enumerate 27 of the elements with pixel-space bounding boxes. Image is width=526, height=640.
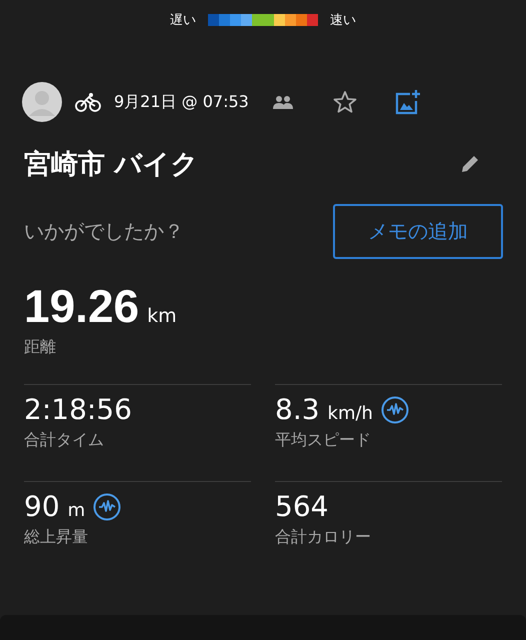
distance-value: 19.26	[24, 279, 140, 333]
activity-date: 9月21日 @ 07:53	[114, 92, 249, 112]
feeling-prompt: いかがでしたか？	[24, 218, 184, 245]
star-icon[interactable]	[332, 90, 357, 114]
stat-label: 平均スピード	[275, 430, 372, 451]
bicycle-icon	[75, 92, 101, 112]
stat-value: 564	[275, 490, 328, 523]
stat-label: 総上昇量	[24, 527, 89, 548]
add-note-button[interactable]: メモの追加	[333, 204, 503, 259]
slow-label: 遅い	[170, 12, 196, 29]
avatar-icon[interactable]	[22, 82, 62, 122]
stat-value: 8.3	[275, 393, 320, 426]
stat-unit: km/h	[328, 403, 373, 424]
chart-pulse-icon[interactable]	[93, 492, 122, 520]
chart-pulse-icon[interactable]	[380, 396, 409, 424]
stat-label: 合計カロリー	[275, 527, 372, 548]
stat-label: 合計タイム	[24, 430, 105, 451]
stat-value: 90	[24, 490, 60, 523]
activity-title: 宮崎市 バイク	[24, 148, 198, 182]
people-icon[interactable]	[272, 95, 293, 109]
stat-value: 2:18:56	[24, 393, 132, 426]
pencil-icon[interactable]	[460, 154, 480, 174]
distance-unit: km	[147, 305, 177, 327]
fast-label: 速い	[330, 12, 356, 29]
add-photo-icon[interactable]	[394, 89, 421, 115]
distance-label: 距離	[24, 337, 57, 358]
stat-unit: m	[68, 500, 86, 521]
